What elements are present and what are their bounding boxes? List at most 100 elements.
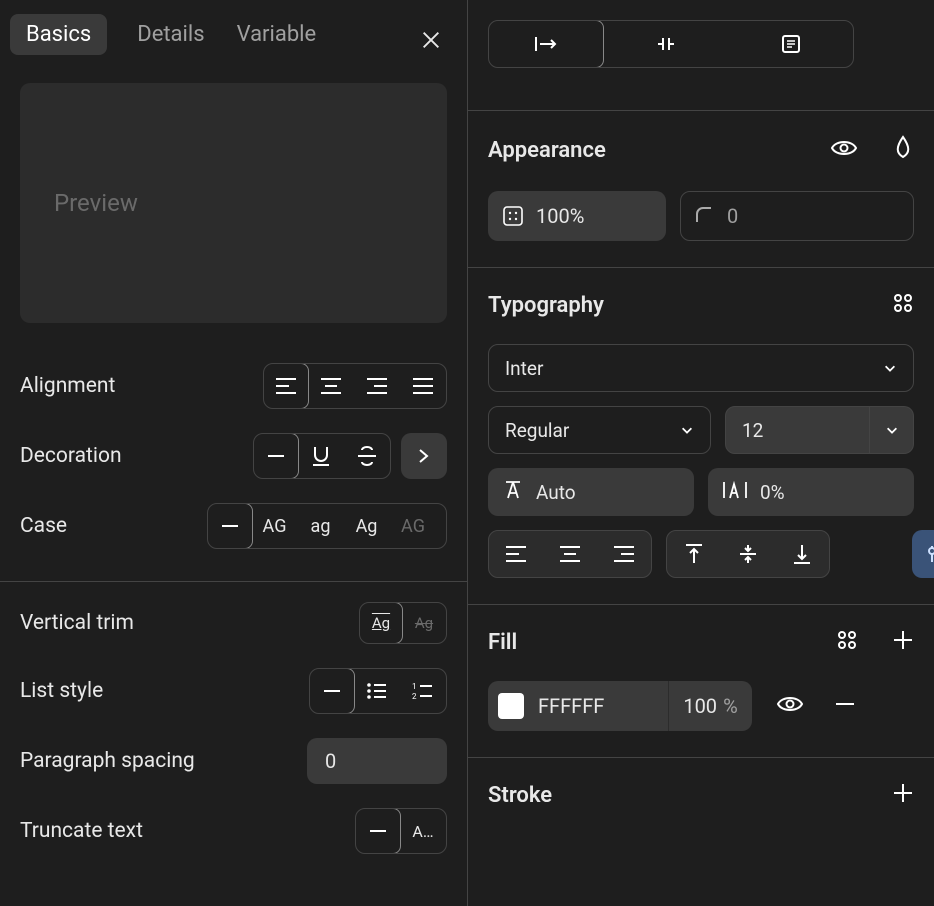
design-panel: W 59 H 15 Appearan — [468, 0, 934, 906]
alignment-segmented — [263, 363, 447, 409]
plus-icon — [892, 782, 914, 804]
plus-icon — [892, 629, 914, 651]
corner-radius-value: 0 — [727, 204, 738, 228]
add-stroke-button[interactable] — [892, 782, 914, 808]
styles-icon — [836, 629, 858, 651]
fill-visibility-button[interactable] — [776, 694, 804, 718]
opacity-input[interactable]: 100% — [488, 191, 666, 241]
vertical-align-middle-button[interactable] — [721, 531, 775, 577]
corner-radius-icon — [695, 206, 715, 226]
droplet-icon — [892, 135, 914, 161]
case-lower-button[interactable]: ag — [298, 504, 344, 548]
minus-icon — [367, 820, 389, 842]
line-height-input[interactable]: Auto — [488, 468, 694, 516]
text-align-center-button[interactable] — [543, 531, 597, 577]
tab-details[interactable]: Details — [135, 14, 206, 55]
case-title-button[interactable]: Ag — [344, 504, 390, 548]
decoration-more-button[interactable] — [401, 433, 447, 479]
resize-fixed-button[interactable] — [728, 21, 853, 67]
font-size-input[interactable]: 12 — [725, 406, 870, 454]
truncate-none-button[interactable] — [355, 808, 401, 854]
list-none-button[interactable] — [309, 668, 355, 714]
add-fill-button[interactable] — [892, 629, 914, 655]
typography-advanced-button[interactable] — [912, 530, 934, 578]
resize-auto-height-button[interactable] — [603, 21, 728, 67]
letter-spacing-input[interactable]: 0% — [708, 468, 914, 516]
vertical-trim-cap-button[interactable]: Ag — [402, 603, 446, 643]
align-left-icon — [275, 377, 297, 395]
font-family-value: Inter — [505, 357, 543, 380]
font-size-dropdown[interactable] — [870, 406, 914, 454]
text-align-segmented — [488, 530, 652, 578]
corner-radius-input[interactable]: 0 — [680, 191, 914, 241]
bullet-list-icon — [366, 682, 388, 700]
vertical-align-bottom-button[interactable] — [775, 531, 829, 577]
list-style-segmented: 12 — [309, 668, 447, 714]
appearance-row: 100% 0 — [468, 177, 934, 241]
fill-opacity-input[interactable]: 100 % — [668, 681, 751, 731]
tab-variable[interactable]: Variable — [235, 14, 319, 55]
svg-text:1: 1 — [412, 682, 417, 691]
decoration-row: Decoration — [0, 421, 467, 491]
case-upper-button[interactable]: AG — [252, 504, 298, 548]
list-style-row: List style 12 — [0, 656, 467, 726]
text-align-right-button[interactable] — [597, 531, 651, 577]
list-style-label: List style — [20, 679, 103, 703]
resize-auto-width-button[interactable] — [488, 20, 604, 68]
decoration-underline-button[interactable] — [298, 434, 344, 478]
vertical-align-top-button[interactable] — [667, 531, 721, 577]
align-bottom-icon — [792, 543, 812, 565]
stroke-label: Stroke — [488, 783, 552, 808]
close-button[interactable] — [415, 24, 447, 56]
align-justify-button[interactable] — [400, 364, 446, 408]
paragraph-spacing-input[interactable]: 0 — [307, 738, 447, 784]
fill-swatch[interactable] — [498, 693, 524, 719]
align-justify-icon — [412, 377, 434, 395]
fill-hex-value: FFFFFF — [538, 694, 604, 718]
appearance-header: Appearance — [468, 111, 934, 177]
font-family-select[interactable]: Inter — [488, 344, 914, 392]
list-bullet-button[interactable] — [354, 669, 400, 713]
stroke-header: Stroke — [468, 758, 934, 820]
vertical-align-segmented — [666, 530, 830, 578]
case-smallcaps-button[interactable]: AG — [390, 504, 436, 548]
fill-opacity-value: 100 — [683, 694, 717, 718]
eye-icon — [776, 694, 804, 714]
text-align-left-button[interactable] — [489, 531, 543, 577]
align-center-button[interactable] — [308, 364, 354, 408]
svg-text:2: 2 — [412, 692, 417, 701]
align-right-button[interactable] — [354, 364, 400, 408]
fill-color-input[interactable]: FFFFFF — [488, 681, 668, 731]
strikethrough-icon — [356, 445, 378, 467]
minus-icon — [265, 445, 287, 467]
fill-label: Fill — [488, 630, 517, 655]
remove-fill-button[interactable] — [834, 693, 856, 719]
chevron-right-icon — [418, 448, 430, 464]
typography-styles-button[interactable] — [892, 292, 914, 318]
typography-header: Typography — [468, 268, 934, 330]
case-label: Case — [20, 514, 67, 538]
line-height-icon — [502, 479, 524, 506]
font-weight-select[interactable]: Regular — [488, 406, 711, 454]
fill-styles-button[interactable] — [836, 629, 858, 655]
decoration-none-button[interactable] — [253, 433, 299, 479]
align-left-button[interactable] — [263, 363, 309, 409]
decoration-strikethrough-button[interactable] — [344, 434, 390, 478]
truncate-ellipsis-button[interactable]: A… — [400, 809, 446, 853]
case-segmented: AG ag Ag AG — [207, 503, 447, 549]
tab-basics[interactable]: Basics — [10, 14, 107, 55]
width-input[interactable]: W 59 — [488, 0, 570, 6]
resizing-segmented — [488, 20, 854, 68]
line-height-value: Auto — [536, 481, 576, 504]
divider — [0, 581, 467, 582]
vertical-trim-standard-button[interactable]: Ag — [359, 602, 403, 644]
preview-area: Preview — [20, 83, 447, 323]
align-center-icon — [320, 377, 342, 395]
auto-height-icon — [655, 34, 677, 54]
blend-mode-button[interactable] — [892, 135, 914, 165]
chevron-down-icon — [883, 361, 897, 375]
visibility-toggle-button[interactable] — [830, 138, 858, 162]
height-input[interactable]: H 15 — [678, 0, 757, 6]
list-numbered-button[interactable]: 12 — [400, 669, 446, 713]
case-asis-button[interactable] — [207, 503, 253, 549]
